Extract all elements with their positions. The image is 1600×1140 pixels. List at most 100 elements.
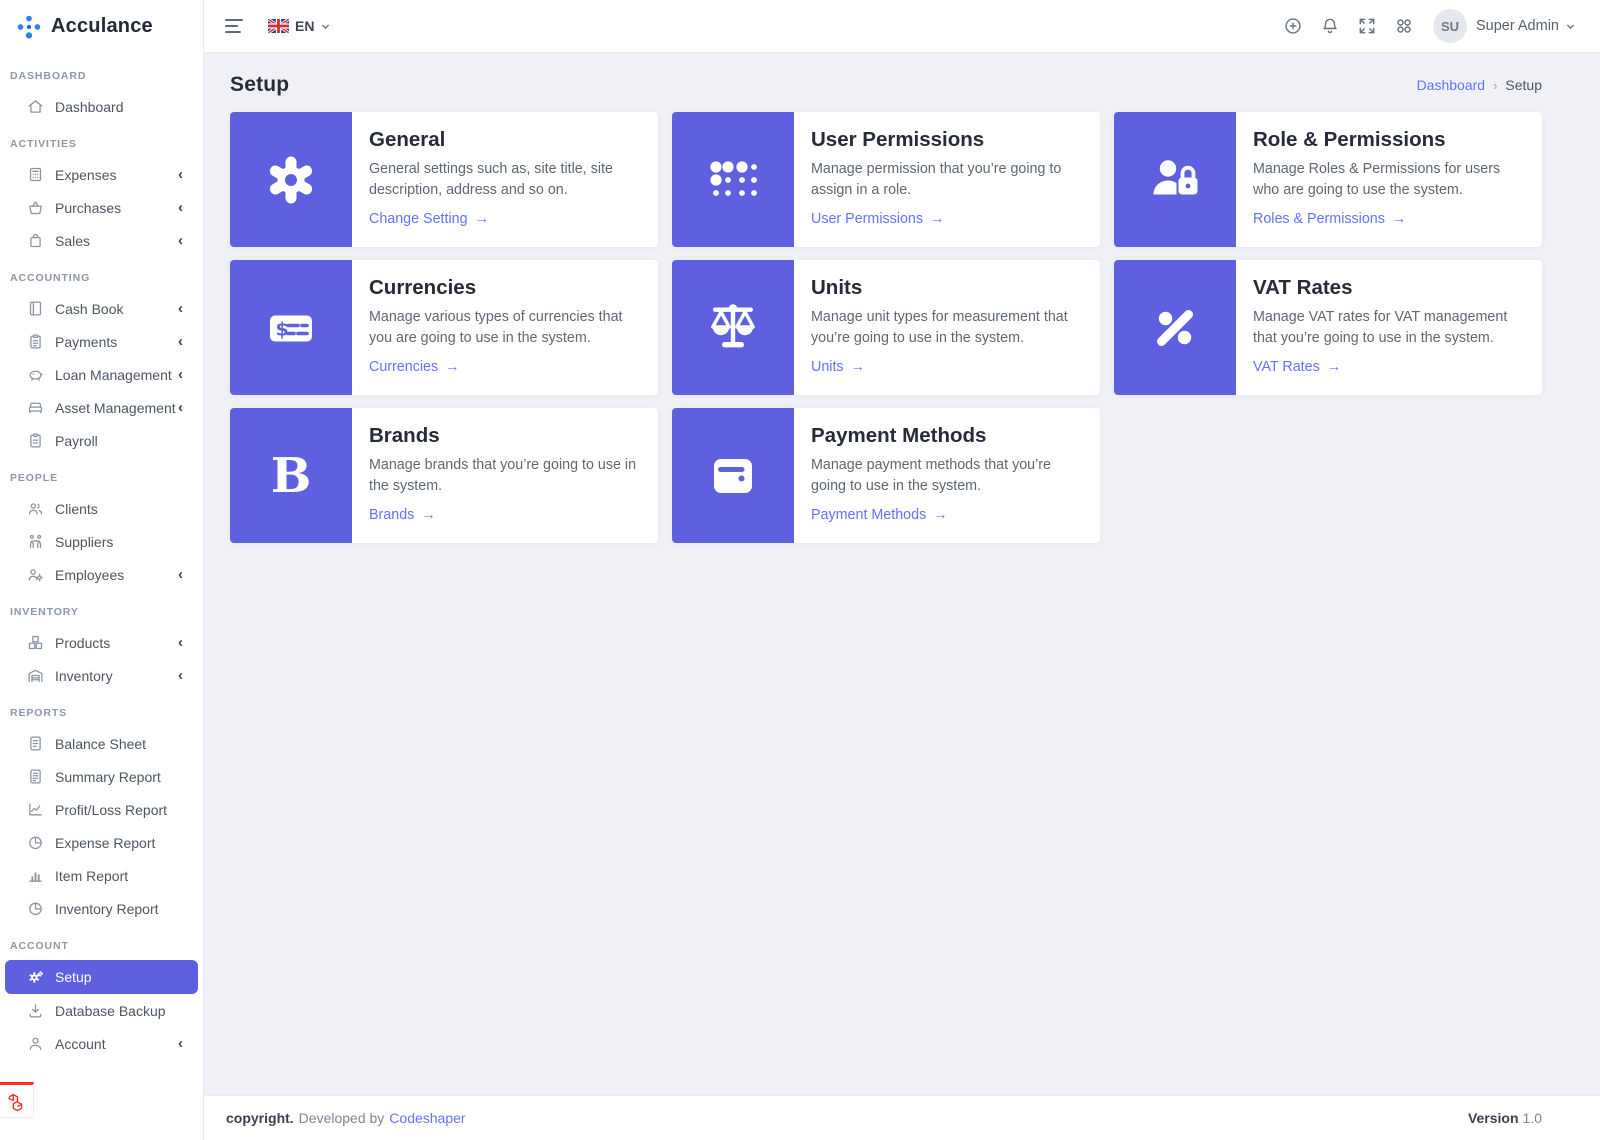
- percent-icon: [1114, 260, 1236, 395]
- sidebar-item-dashboard[interactable]: Dashboard: [0, 90, 203, 123]
- sidebar-section-label: ACCOUNTING: [0, 257, 203, 292]
- sidebar-item-label: Inventory Report: [55, 901, 159, 917]
- change-setting-link[interactable]: Change Setting→: [369, 211, 489, 227]
- card-link-label: VAT Rates: [1253, 359, 1320, 375]
- footer-developed-by: Developed by: [299, 1110, 385, 1126]
- sidebar-item-label: Payments: [55, 334, 117, 350]
- home-icon: [27, 98, 44, 115]
- currencies-link[interactable]: Currencies→: [369, 359, 459, 375]
- sidebar-item-label: Profit/Loss Report: [55, 802, 167, 818]
- footer-copyright: copyright.: [226, 1110, 294, 1126]
- card-description: Manage brands that you’re going to use i…: [369, 455, 642, 498]
- sidebar-section-label: DASHBOARD: [0, 55, 203, 90]
- sidebar-section-label: REPORTS: [0, 692, 203, 727]
- sidebar-toggle-icon[interactable]: [225, 19, 245, 33]
- piggy-bank-icon: [27, 366, 44, 383]
- calculator-icon: [27, 166, 44, 183]
- sidebar-item-sales[interactable]: Sales‹: [0, 224, 203, 257]
- brands-link[interactable]: Brands→: [369, 507, 436, 523]
- roles-permissions-link[interactable]: Roles & Permissions →: [1253, 211, 1406, 227]
- people-carry-icon: [27, 533, 44, 550]
- sidebar-item-setup[interactable]: Setup: [5, 960, 198, 994]
- breadcrumb-dashboard-link[interactable]: Dashboard: [1417, 77, 1486, 93]
- card-title: Currencies: [369, 276, 642, 300]
- sidebar-item-summary-report[interactable]: Summary Report: [0, 760, 203, 793]
- sidebar-item-expense-report[interactable]: Expense Report: [0, 826, 203, 859]
- payment-methods-link[interactable]: Payment Methods →: [811, 507, 948, 523]
- card-description: Manage permission that you’re going to a…: [811, 159, 1084, 202]
- sidebar-item-expenses[interactable]: Expenses‹: [0, 158, 203, 191]
- sidebar-nav: DASHBOARDDashboardACTIVITIESExpenses‹Pur…: [0, 53, 203, 1140]
- sidebar-item-suppliers[interactable]: Suppliers: [0, 525, 203, 558]
- sidebar-section-label: ACCOUNT: [0, 925, 203, 960]
- user-icon: [27, 1035, 44, 1052]
- card-body: Currencies Manage various types of curren…: [352, 260, 658, 395]
- vat-rates-link[interactable]: VAT Rates→: [1253, 359, 1341, 375]
- sidebar-item-label: Balance Sheet: [55, 736, 146, 752]
- card-link-label: Units: [811, 359, 844, 375]
- sidebar-item-purchases[interactable]: Purchases‹: [0, 191, 203, 224]
- sidebar-item-asset-management[interactable]: Asset Management‹: [0, 391, 203, 424]
- sidebar-item-label: Suppliers: [55, 534, 113, 550]
- sidebar-item-inventory-report[interactable]: Inventory Report: [0, 892, 203, 925]
- sidebar-item-payroll[interactable]: Payroll: [0, 424, 203, 457]
- card-description: Manage various types of currencies that …: [369, 307, 642, 350]
- setup-card-units: UnitsManage unit types for measurement t…: [672, 260, 1100, 395]
- card-body: Payment MethodsManage payment methods th…: [794, 408, 1100, 543]
- user-menu[interactable]: Super Admin: [1476, 18, 1576, 34]
- sidebar-item-label: Loan Management: [55, 367, 172, 383]
- sidebar-item-label: Sales: [55, 233, 90, 249]
- acculance-logo-icon: [16, 14, 42, 40]
- breadcrumb-current: Setup: [1505, 77, 1542, 93]
- user-permissions-link[interactable]: User Permissions→: [811, 211, 944, 227]
- sidebar-item-label: Cash Book: [55, 301, 123, 317]
- arrow-right-icon: →: [1392, 211, 1406, 227]
- arrow-right-icon: →: [445, 359, 459, 375]
- logo[interactable]: Acculance: [0, 0, 203, 53]
- sidebar-item-clients[interactable]: Clients: [0, 492, 203, 525]
- sidebar-item-employees[interactable]: Employees‹: [0, 558, 203, 591]
- sidebar-item-label: Dashboard: [55, 99, 124, 115]
- page-title: Setup: [230, 73, 289, 97]
- sidebar-item-payments[interactable]: Payments‹: [0, 325, 203, 358]
- card-title: VAT Rates: [1253, 276, 1526, 300]
- arrow-right-icon: →: [933, 507, 947, 523]
- breadcrumb-separator-icon: ›: [1493, 78, 1497, 93]
- sidebar-section-label: INVENTORY: [0, 591, 203, 626]
- sidebar-item-loan-management[interactable]: Loan Management‹: [0, 358, 203, 391]
- card-body: VAT Rates Manage VAT rates for VAT manage…: [1236, 260, 1542, 395]
- apps-grid-icon[interactable]: [1394, 16, 1414, 36]
- scale-icon: [672, 260, 794, 395]
- boxes-icon: [27, 634, 44, 651]
- card-title: Role & Permissions: [1253, 128, 1526, 152]
- sidebar-item-label: Item Report: [55, 868, 128, 884]
- sidebar-item-label: Account: [55, 1036, 106, 1052]
- units-link[interactable]: Units→: [811, 359, 865, 375]
- laravel-debugbar-badge[interactable]: [0, 1082, 34, 1118]
- card-title: User Permissions: [811, 128, 1084, 152]
- sidebar-item-profit-loss-report[interactable]: Profit/Loss Report: [0, 793, 203, 826]
- svg-text:$: $: [276, 318, 289, 340]
- fullscreen-icon[interactable]: [1357, 16, 1377, 36]
- sidebar-item-cash-book[interactable]: Cash Book‹: [0, 292, 203, 325]
- codeshaper-link[interactable]: Codeshaper: [389, 1110, 465, 1126]
- avatar[interactable]: SU: [1433, 9, 1467, 43]
- sidebar-item-inventory[interactable]: Inventory‹: [0, 659, 203, 692]
- svg-text:B: B: [271, 448, 312, 504]
- card-body: Role & PermissionsManage Roles & Permiss…: [1236, 112, 1542, 247]
- warehouse-icon: [27, 667, 44, 684]
- language-selector[interactable]: EN: [268, 18, 331, 34]
- sidebar-item-products[interactable]: Products‹: [0, 626, 203, 659]
- topbar: EN SU Super Admin: [204, 0, 1600, 53]
- card-description: Manage VAT rates for VAT management that…: [1253, 307, 1526, 350]
- bell-icon[interactable]: [1320, 16, 1340, 36]
- card-link-label: Roles & Permissions: [1253, 211, 1385, 227]
- sidebar-item-account[interactable]: Account‹: [0, 1027, 203, 1060]
- bag-icon: [27, 232, 44, 249]
- chart-line-icon: [27, 801, 44, 818]
- sidebar-item-item-report[interactable]: Item Report: [0, 859, 203, 892]
- sidebar-item-database-backup[interactable]: Database Backup: [0, 994, 203, 1027]
- plus-circle-icon[interactable]: [1283, 16, 1303, 36]
- card-link-label: Payment Methods: [811, 507, 926, 523]
- sidebar-item-balance-sheet[interactable]: Balance Sheet: [0, 727, 203, 760]
